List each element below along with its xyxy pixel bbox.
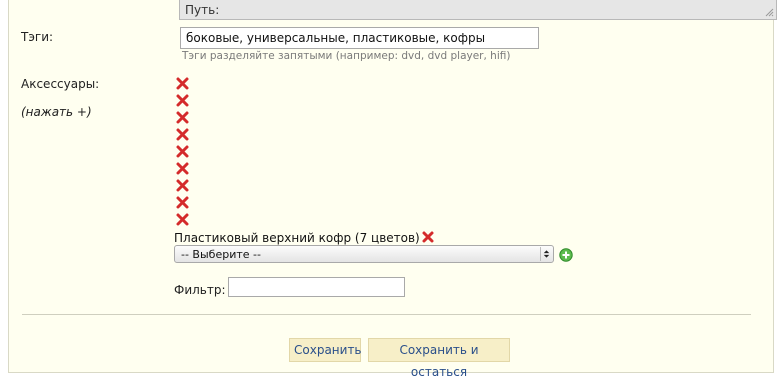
tags-input[interactable] (180, 27, 539, 49)
remove-icon[interactable] (421, 230, 435, 244)
remove-icon[interactable] (175, 76, 190, 91)
resize-grip-icon[interactable] (764, 7, 774, 17)
filter-input[interactable] (228, 277, 405, 297)
tags-hint: Тэги разделяйте запятыми (например: dvd,… (182, 50, 511, 62)
accessory-item-label: Пластиковый верхний кофр (7 цветов) (174, 231, 420, 245)
path-label: Путь: (185, 3, 220, 17)
remove-icon[interactable] (175, 195, 190, 210)
remove-icon[interactable] (175, 127, 190, 142)
select-arrows-icon (540, 247, 550, 261)
remove-icon[interactable] (175, 161, 190, 176)
tags-label: Тэги: (21, 30, 54, 44)
accessories-hint: (нажать +) (21, 105, 92, 119)
save-button[interactable]: Сохранить (289, 338, 362, 362)
remove-icon[interactable] (175, 93, 190, 108)
remove-icon[interactable] (175, 144, 190, 159)
accessories-label: Аксессуары: (21, 77, 100, 91)
save-and-stay-button[interactable]: Сохранить и остаться (368, 338, 510, 379)
remove-icon[interactable] (175, 212, 190, 227)
add-icon[interactable] (559, 248, 573, 262)
accessory-select[interactable]: -- Выберите -- (174, 245, 554, 263)
remove-icon[interactable] (175, 178, 190, 193)
accessory-item: Пластиковый верхний кофр (7 цветов) (174, 230, 435, 245)
form-panel: Путь: Тэги: Тэги разделяйте запятыми (на… (8, 0, 777, 379)
divider (22, 314, 751, 315)
filter-label: Фильтр: (174, 283, 226, 297)
path-field[interactable]: Путь: (179, 0, 777, 20)
accessory-select-value: -- Выберите -- (181, 248, 261, 261)
remove-icon[interactable] (175, 110, 190, 125)
